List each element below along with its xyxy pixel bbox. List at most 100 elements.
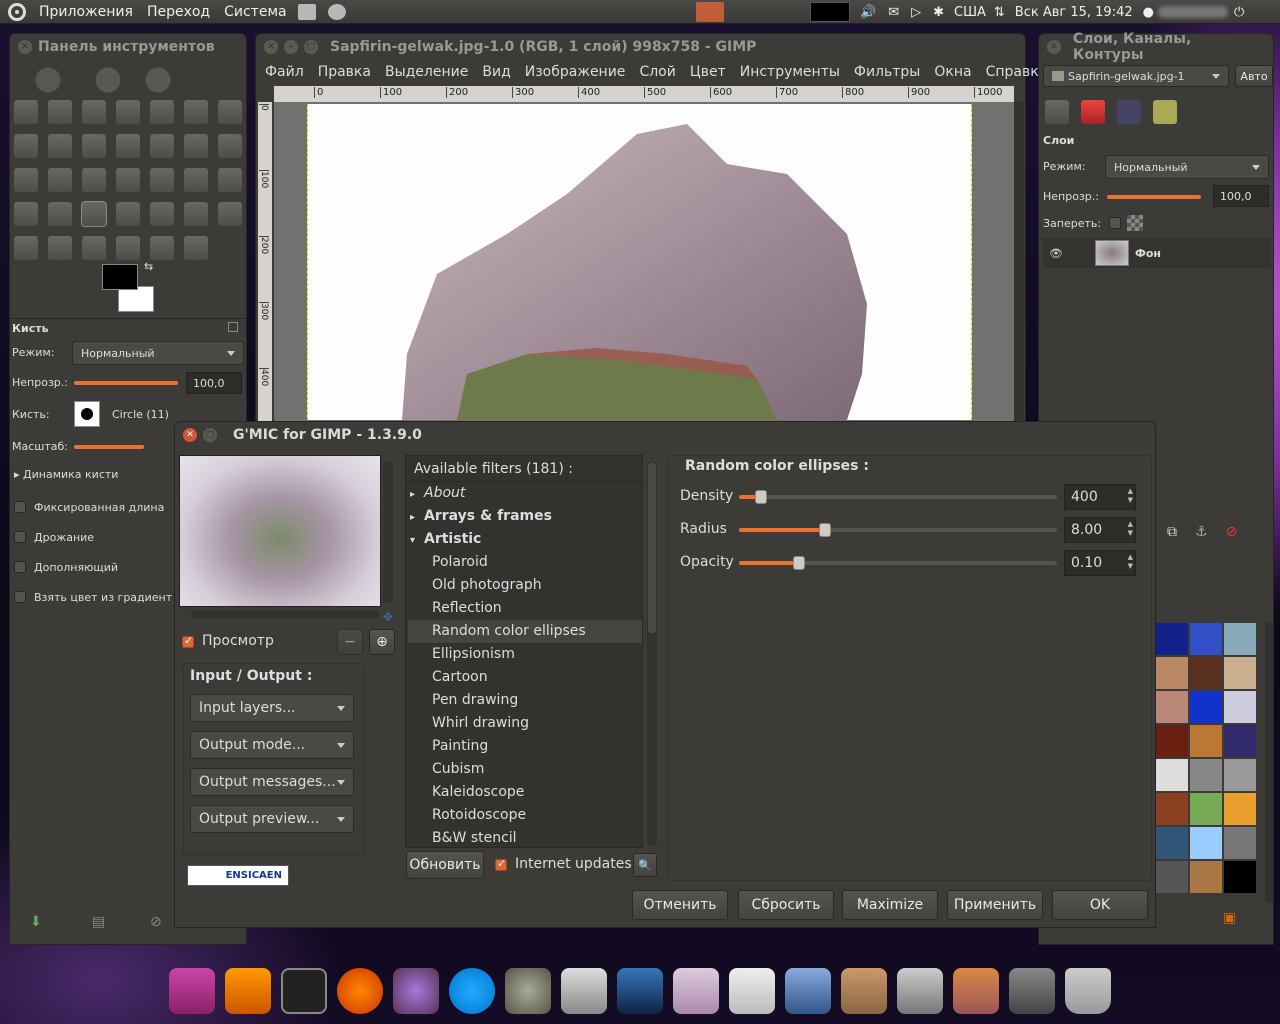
opacity-slider[interactable]: [74, 381, 178, 385]
opacity-spin[interactable]: 100,0: [186, 372, 242, 394]
brush-option-row[interactable]: Взять цвет из градиент: [14, 584, 172, 610]
image-select[interactable]: Sapfirin-gelwak.jpg-1: [1043, 65, 1229, 87]
lasso-tool-icon[interactable]: [82, 100, 106, 124]
save-options-icon[interactable]: ⬇: [30, 914, 42, 930]
volume-icon[interactable]: 🔊: [860, 5, 876, 20]
convolve-tool-icon[interactable]: [184, 236, 208, 260]
filter-category[interactable]: ▸ Arrays & frames: [408, 505, 642, 528]
io-combo[interactable]: Input layers...: [190, 694, 354, 722]
gmic-titlebar[interactable]: ✕ □ G'MIC for GIMP - 1.3.9.0: [175, 422, 1155, 448]
dodge-burn-tool-icon[interactable]: [82, 236, 106, 260]
clone-tool-icon[interactable]: [218, 202, 242, 226]
pattern-swatch[interactable]: [1224, 691, 1256, 723]
close-icon[interactable]: ✕: [264, 40, 278, 54]
swap-colors-icon[interactable]: ⇆: [144, 260, 153, 273]
pattern-swatch[interactable]: [1190, 759, 1222, 791]
files-app-icon[interactable]: [169, 968, 215, 1014]
firefox-icon[interactable]: [337, 968, 383, 1014]
preview-vscroll[interactable]: [383, 462, 393, 602]
filter-item[interactable]: Old photograph: [408, 574, 642, 597]
image-menu-item[interactable]: Вид: [475, 64, 517, 80]
installer-icon[interactable]: [561, 968, 607, 1014]
airbrush-tool-icon[interactable]: [150, 202, 174, 226]
brush-option-row[interactable]: Дополняющий: [14, 554, 172, 580]
flip-tool-icon[interactable]: [150, 168, 174, 192]
lock-alpha-icon[interactable]: [1127, 215, 1143, 231]
param-slider[interactable]: [739, 556, 1057, 570]
filter-item[interactable]: Random color ellipses: [408, 620, 642, 643]
skype-icon[interactable]: [449, 968, 495, 1014]
gmic-preview-image[interactable]: [179, 455, 381, 607]
rotate-tool-icon[interactable]: [14, 168, 38, 192]
filter-item[interactable]: Whirl drawing: [408, 712, 642, 735]
zoom-tool-icon[interactable]: [82, 134, 106, 158]
filter-item[interactable]: Ellipsionism: [408, 643, 642, 666]
image-viewer-icon[interactable]: [617, 968, 663, 1014]
vertical-ruler[interactable]: 0 100 200 300 400: [258, 102, 272, 422]
filter-item[interactable]: Kaleidoscope: [408, 781, 642, 804]
image-menu-item[interactable]: Правка: [311, 64, 378, 80]
tab-channels-icon[interactable]: [1081, 100, 1105, 124]
brush-option-checkbox[interactable]: [14, 501, 26, 513]
filter-item[interactable]: Pen drawing: [408, 689, 642, 712]
ensicaen-logo[interactable]: ENSICAEN: [187, 865, 289, 886]
filter-item[interactable]: B&W stencil: [408, 827, 642, 850]
patterns-scrollbar[interactable]: [1265, 622, 1273, 902]
filter-category[interactable]: ▸ About: [408, 482, 642, 505]
brush-option-checkbox[interactable]: [14, 561, 26, 573]
media-icon[interactable]: ▷: [911, 5, 921, 20]
pattern-swatch[interactable]: [1190, 861, 1222, 893]
dialog-button-1[interactable]: Сбросить: [738, 890, 834, 920]
bucket-fill-tool-icon[interactable]: [218, 168, 242, 192]
screenshot-icon[interactable]: [673, 968, 719, 1014]
filter-item[interactable]: Rotoidoscope: [408, 804, 642, 827]
filter-tree[interactable]: Available filters (181) : ▸ About ▸ Arrays …: [405, 455, 643, 848]
spin-arrows-icon[interactable]: ▲ ▼: [1128, 553, 1133, 571]
package-install-icon[interactable]: [841, 968, 887, 1014]
close-icon[interactable]: ✕: [18, 40, 32, 54]
tools-icon[interactable]: [953, 968, 999, 1014]
mode-select[interactable]: Нормальный: [72, 341, 244, 365]
dialog-button-3[interactable]: Применить: [947, 890, 1043, 920]
ubuntu-logo-icon[interactable]: [8, 2, 26, 21]
terminal-icon[interactable]: [281, 968, 327, 1014]
pattern-swatch[interactable]: [1156, 827, 1188, 859]
move-preview-icon[interactable]: ✥: [383, 610, 393, 624]
brush-option-row[interactable]: Фиксированная длина: [14, 494, 172, 520]
brush-option-row[interactable]: Дрожание: [14, 524, 172, 550]
image-menu-item[interactable]: Инструменты: [733, 64, 847, 80]
maximize-icon[interactable]: □: [203, 428, 217, 442]
image-menu-item[interactable]: Изображение: [518, 64, 633, 80]
pattern-swatch[interactable]: [1224, 623, 1256, 655]
image-menu-item[interactable]: Окна: [927, 64, 978, 80]
measure-tool-icon[interactable]: [116, 134, 140, 158]
restore-options-icon[interactable]: ▤: [92, 914, 105, 930]
text-tool-icon[interactable]: [184, 168, 208, 192]
filter-tree-scrollbar[interactable]: [647, 462, 657, 846]
color-select-tool-icon[interactable]: [150, 100, 174, 124]
network-icon[interactable]: ⇅: [994, 5, 1005, 20]
rect-select-tool-icon[interactable]: [14, 100, 38, 124]
virtualbox-icon[interactable]: [785, 968, 831, 1014]
perspective-clone-tool-icon[interactable]: [150, 236, 174, 260]
brush-option-checkbox[interactable]: [14, 591, 26, 603]
pattern-swatch[interactable]: [1190, 725, 1222, 757]
filter-item[interactable]: Cartoon: [408, 666, 642, 689]
anchor-layer-icon[interactable]: ⚓: [1195, 524, 1208, 540]
layer-opacity-slider[interactable]: [1107, 195, 1201, 199]
tab-undo-icon[interactable]: [1153, 100, 1177, 124]
layer-opacity-spin[interactable]: 100,0: [1213, 185, 1269, 207]
pattern-swatch[interactable]: [1190, 691, 1222, 723]
menu-applications[interactable]: Приложения: [32, 0, 140, 24]
keyboard-layout[interactable]: США: [954, 5, 986, 20]
image-titlebar[interactable]: ✕ – □ Sapfirin-gelwak.jpg-1.0 (RGB, 1 сл…: [256, 34, 1025, 60]
foreground-select-tool-icon[interactable]: [218, 100, 242, 124]
pattern-swatch[interactable]: [1224, 861, 1256, 893]
dialog-button-0[interactable]: Отменить: [632, 890, 728, 920]
io-combo[interactable]: Output mode...: [190, 731, 354, 759]
pencil-tool-icon[interactable]: [48, 202, 72, 226]
cpu-monitor-icon[interactable]: [810, 2, 850, 22]
scale-slider[interactable]: [74, 445, 144, 449]
close-icon[interactable]: ✕: [183, 428, 197, 442]
pidgin-icon[interactable]: [393, 968, 439, 1014]
